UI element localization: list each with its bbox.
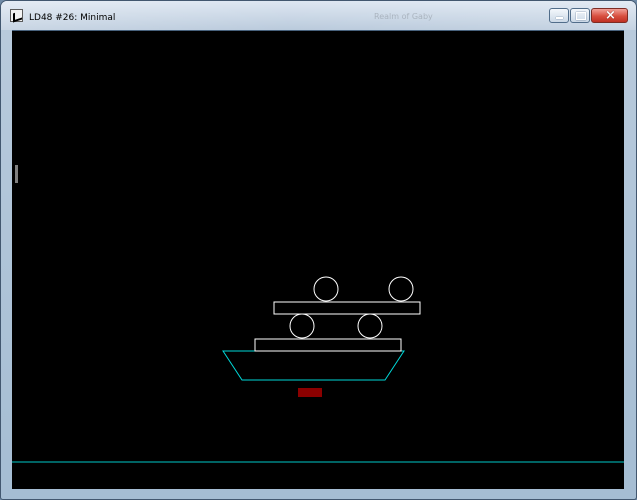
upper-platform xyxy=(273,301,421,315)
maximize-icon xyxy=(576,12,586,20)
lower-left-ball xyxy=(289,313,315,339)
minimize-icon xyxy=(556,17,563,19)
game-scene xyxy=(12,276,624,463)
close-button[interactable]: × xyxy=(591,8,628,23)
lower-platform xyxy=(254,338,402,352)
window-titlebar[interactable]: LD48 #26: Minimal Realm of Gaby × xyxy=(1,1,636,30)
maximize-button[interactable] xyxy=(570,8,590,23)
close-icon: × xyxy=(605,8,616,23)
minimize-button[interactable] xyxy=(549,8,569,23)
player-marker xyxy=(298,388,322,397)
lower-right-ball xyxy=(357,313,383,339)
app-icon[interactable] xyxy=(10,9,23,22)
game-canvas[interactable] xyxy=(12,30,624,489)
window-controls: × xyxy=(549,8,628,23)
upper-right-ball xyxy=(388,276,414,302)
window-title: LD48 #26: Minimal xyxy=(29,13,116,23)
upper-left-ball xyxy=(313,276,339,302)
application-window: LD48 #26: Minimal Realm of Gaby × xyxy=(0,0,637,500)
boat-hull xyxy=(222,350,405,381)
background-window-title: Realm of Gaby xyxy=(374,12,433,21)
